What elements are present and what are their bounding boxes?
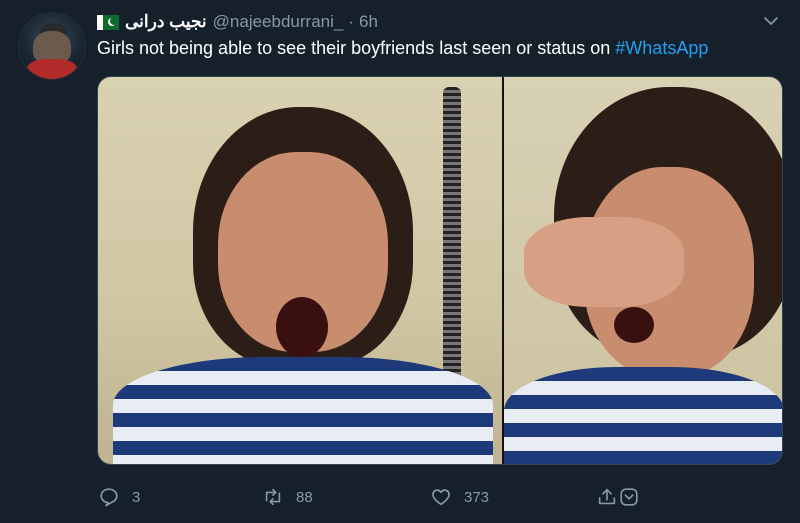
mouth (276, 297, 328, 357)
tweet-text-body: Girls not being able to see their boyfri… (97, 38, 616, 58)
hand (524, 217, 684, 307)
author-handle[interactable]: @najeebdurrani_ (213, 12, 344, 32)
retweet-count: 88 (296, 488, 313, 506)
retweet-icon (265, 488, 281, 506)
hashtag-link[interactable]: #WhatsApp (615, 38, 708, 58)
tweet-header: نجیب درانی @najeebdurrani_ · 6h (97, 10, 378, 34)
separator-dot: · (348, 12, 355, 31)
author-display-name[interactable]: نجیب درانی (125, 12, 207, 32)
chevron-down-icon[interactable] (762, 12, 780, 30)
heart-icon (432, 489, 450, 506)
share-icon (598, 488, 616, 505)
like-count: 373 (464, 488, 490, 506)
phone-cord (443, 87, 461, 417)
photo-crying-girl-screaming[interactable] (98, 77, 502, 464)
reply-button[interactable]: 3 (98, 486, 140, 508)
striped-shirt (504, 367, 782, 464)
retweet-button[interactable]: 88 (262, 486, 313, 508)
photo-crying-girl-covering-eyes[interactable] (504, 77, 782, 464)
reply-count: 3 (132, 488, 141, 506)
avatar[interactable] (18, 12, 86, 80)
avatar-shirt (27, 59, 77, 79)
striped-shirt (113, 357, 493, 464)
tweet-text: Girls not being able to see their boyfri… (97, 38, 708, 59)
tweet-actions: 3 88 373 (0, 486, 800, 512)
reply-icon (100, 488, 118, 507)
like-button[interactable]: 373 (430, 486, 489, 508)
dm-icon (620, 488, 638, 506)
mouth (614, 307, 654, 343)
tweet-time[interactable]: 6h (359, 12, 378, 32)
pakistan-flag-icon (97, 14, 119, 30)
tweet-media[interactable] (97, 76, 783, 465)
dm-button[interactable] (618, 486, 652, 508)
